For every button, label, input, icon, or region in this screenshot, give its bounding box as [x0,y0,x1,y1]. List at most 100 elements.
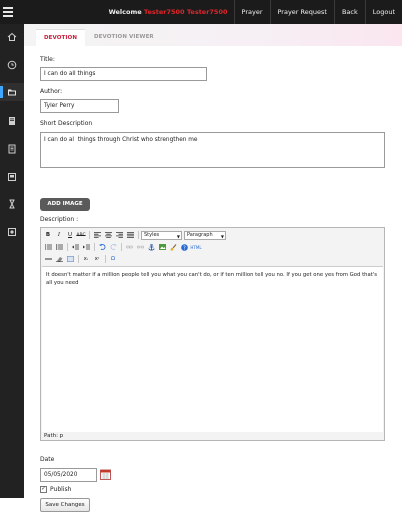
sidebar-item-documents[interactable] [0,140,24,158]
visual-aid-button[interactable] [65,255,75,264]
align-left-button[interactable] [92,231,102,240]
bullet-list-button[interactable] [43,243,53,252]
toolbar-divider [105,255,106,263]
insert-image-button[interactable] [157,243,167,252]
anchor-icon [147,243,155,251]
author-input[interactable]: Tyler Perry [40,99,119,113]
unlink-button[interactable] [135,243,145,252]
outdent-icon [71,244,79,250]
help-button[interactable]: ? [179,243,189,252]
indent-button[interactable] [81,243,91,252]
redo-button[interactable] [108,243,118,252]
italic-button[interactable]: I [54,231,64,240]
outdent-button[interactable] [70,243,80,252]
sidebar-item-books[interactable] [0,112,24,130]
align-right-icon [115,232,123,238]
calendar-icon[interactable] [100,469,111,480]
align-center-button[interactable] [103,231,113,240]
align-left-icon [93,232,101,238]
sidebar-item-media[interactable] [0,168,24,186]
date-input[interactable]: 05/05/2020 [40,468,97,482]
visual-aid-icon [66,256,74,262]
numbered-list-icon [55,244,63,250]
html-source-button[interactable]: HTML [190,243,202,252]
format-select-value: Paragraph [187,231,213,238]
sidebar-item-history[interactable] [0,56,24,74]
date-label: Date [40,456,55,463]
editor-path-bar: Path: p [44,433,64,439]
link-icon [125,245,133,249]
superscript-button[interactable]: x² [92,255,102,264]
bold-button[interactable]: B [43,231,53,240]
tab-strip: DEVOTION DEVOTION VIEWER [24,24,402,46]
chevron-down-icon: ▼ [176,233,180,239]
sidebar-item-home[interactable] [0,28,24,46]
chevron-down-icon: ▼ [220,233,224,239]
editor-toolbar-row-3: x₂ x² Ω [43,254,119,264]
nav-logout[interactable]: Logout [364,0,402,24]
add-image-button[interactable]: ADD IMAGE [40,198,90,211]
home-icon [7,32,17,41]
special-char-button[interactable]: Ω [108,255,118,264]
top-bar: Welcome Tester7500 Tester7500 Prayer Pra… [0,0,402,24]
toolbar-divider [78,255,79,263]
nav-prayer[interactable]: Prayer [233,0,270,24]
publish-label: Publish [50,486,72,493]
horizontal-rule-icon [44,258,52,260]
nav-prayer-request[interactable]: Prayer Request [269,0,334,24]
subscript-button[interactable]: x₂ [81,255,91,264]
align-justify-icon [126,232,134,238]
align-center-icon [104,232,112,238]
format-select[interactable]: Paragraph ▼ [184,230,226,240]
clock-icon [7,60,17,70]
editor-content[interactable]: It doesn't matter if a million people te… [42,266,383,432]
welcome-prefix: Welcome [108,8,142,16]
image-icon [8,228,16,236]
sidebar-item-devotion[interactable] [0,83,24,101]
eraser-icon [55,257,63,262]
align-right-button[interactable] [114,231,124,240]
toolbar-divider [94,243,95,251]
remove-format-button[interactable] [54,255,64,264]
redo-icon [110,244,117,250]
insert-image-icon [158,244,166,250]
indent-icon [82,244,90,250]
anchor-button[interactable] [146,243,156,252]
horizontal-rule-button[interactable] [43,255,53,264]
align-justify-button[interactable] [125,231,135,240]
cleanup-brush-icon [170,243,176,250]
book-icon [9,117,15,125]
title-input[interactable]: I can do all things [40,67,207,81]
styles-select[interactable]: Styles ▼ [141,230,182,240]
tab-devotion-viewer[interactable]: DEVOTION VIEWER [86,29,162,46]
short-description-textarea[interactable]: I can do al things through Christ who st… [40,132,385,168]
username: Tester7500 Tester7500 [143,8,228,16]
hamburger-menu-icon[interactable] [3,5,15,19]
rich-text-editor: B I U ABC Styles ▼ Paragraph ▼ ? HTML x … [40,227,385,441]
sidebar-item-gallery[interactable] [0,223,24,241]
sidebar-item-timer[interactable] [0,195,24,213]
document-icon [8,144,16,154]
link-button[interactable] [124,243,134,252]
strikethrough-button[interactable]: ABC [76,231,86,240]
tab-devotion[interactable]: DEVOTION [36,29,86,46]
bullet-list-icon [44,244,52,250]
toolbar-divider [67,243,68,251]
welcome-text: Welcome Tester7500 Tester7500 [103,0,234,24]
undo-button[interactable] [97,243,107,252]
toolbar-divider [89,231,90,239]
sidebar [0,24,24,498]
folder-icon [8,89,16,96]
cleanup-button[interactable] [168,243,178,252]
top-nav: Welcome Tester7500 Tester7500 Prayer Pra… [103,0,402,24]
toolbar-divider [138,231,139,239]
hourglass-icon [9,199,15,209]
nav-back[interactable]: Back [333,0,365,24]
toolbar-divider [121,243,122,251]
monitor-icon [8,173,16,181]
publish-checkbox[interactable]: ✓ [40,486,47,493]
numbered-list-button[interactable] [54,243,64,252]
active-marker [0,86,3,98]
save-changes-button[interactable]: Save Changes [40,498,90,512]
underline-button[interactable]: U [65,231,75,240]
